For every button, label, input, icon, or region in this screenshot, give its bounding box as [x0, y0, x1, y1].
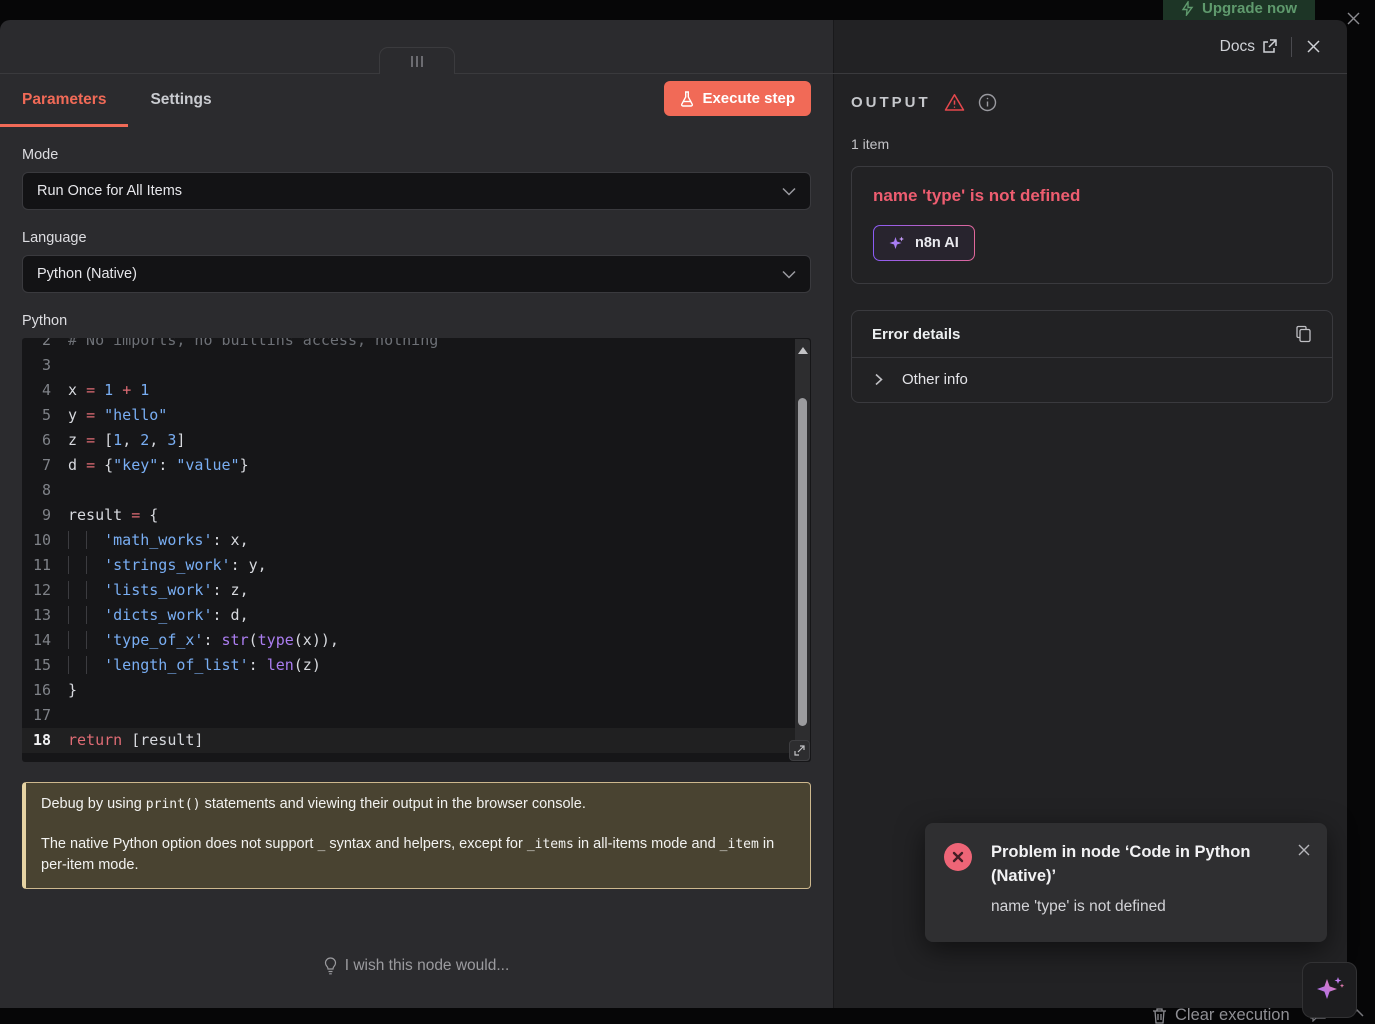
- other-info-toggle[interactable]: Other info: [852, 358, 1332, 402]
- items-count: 1 item: [851, 136, 1333, 152]
- debug-notice: Debug by using print() statements and vi…: [22, 782, 811, 889]
- docs-link[interactable]: Docs: [1220, 38, 1277, 56]
- lightning-icon: [1181, 1, 1194, 16]
- code-line-12[interactable]: 12 'lists_work': z,: [22, 578, 795, 603]
- header-divider: [1291, 37, 1292, 57]
- trash-icon: [1152, 1007, 1167, 1024]
- code-line-7[interactable]: 7d = {"key": "value"}: [22, 453, 795, 478]
- wish-label: I wish this node would...: [345, 957, 510, 975]
- code-line-6[interactable]: 6z = [1, 2, 3]: [22, 428, 795, 453]
- code-lines[interactable]: 2# No imports, no builtins access, nothi…: [22, 338, 795, 762]
- python-label: Python: [22, 313, 811, 329]
- error-message: name 'type' is not defined: [873, 186, 1311, 206]
- parameter-fields: Mode Run Once for All Items Language Pyt…: [0, 147, 833, 975]
- modal-close-button[interactable]: [1306, 39, 1321, 54]
- clear-execution-label: Clear execution: [1175, 1006, 1290, 1024]
- flask-icon: [680, 91, 694, 107]
- code-line-17[interactable]: 17: [22, 703, 795, 728]
- expand-icon: [794, 745, 805, 756]
- clear-execution-button[interactable]: Clear execution: [1152, 1006, 1290, 1024]
- chevron-down-icon: [782, 187, 796, 196]
- error-details-card: Error details Other info: [851, 310, 1333, 403]
- scrollbar-thumb[interactable]: [798, 398, 807, 726]
- copy-icon[interactable]: [1295, 325, 1312, 343]
- code-line-3[interactable]: 3: [22, 353, 795, 378]
- lightbulb-icon: [324, 957, 337, 975]
- ai-assistant-button[interactable]: [1302, 962, 1357, 1018]
- error-details-title: Error details: [872, 326, 960, 343]
- code-line-16[interactable]: 16}: [22, 678, 795, 703]
- mode-select[interactable]: Run Once for All Items: [22, 172, 811, 210]
- other-info-label: Other info: [902, 371, 968, 388]
- modal-header-actions: Docs: [1220, 20, 1347, 73]
- language-select[interactable]: Python (Native): [22, 255, 811, 293]
- notice-text: The native Python option does not suppor…: [41, 836, 318, 852]
- output-error-card: name 'type' is not defined n8n AI: [851, 166, 1333, 284]
- docs-label: Docs: [1220, 38, 1255, 56]
- notice-text: syntax and helpers, except for: [325, 836, 527, 852]
- code-line-18[interactable]: 18return [result]: [22, 728, 795, 753]
- code-line-11[interactable]: 11 'strings_work': y,: [22, 553, 795, 578]
- toast-title: Problem in node ‘Code in Python (Native)…: [991, 840, 1269, 888]
- error-circle-icon: [944, 843, 972, 871]
- notice-text: in all-items mode and: [574, 836, 720, 852]
- n8n-ai-label: n8n AI: [915, 235, 959, 251]
- notice-code: print(): [146, 797, 201, 812]
- editor-scrollbar[interactable]: [795, 339, 810, 761]
- language-label: Language: [22, 230, 811, 246]
- error-details-header: Error details: [852, 311, 1332, 357]
- toast-close-button[interactable]: [1297, 843, 1311, 857]
- language-value: Python (Native): [37, 266, 137, 282]
- code-line-15[interactable]: 15 'length_of_list': len(z): [22, 653, 795, 678]
- panel-drag-handle[interactable]: [379, 47, 455, 74]
- execute-step-button[interactable]: Execute step: [664, 81, 811, 116]
- code-line-14[interactable]: 14 'type_of_x': str(type(x)),: [22, 628, 795, 653]
- code-line-9[interactable]: 9result = {: [22, 503, 795, 528]
- tabs-row: Parameters Settings Execute step: [0, 73, 833, 127]
- tab-settings[interactable]: Settings: [128, 73, 233, 127]
- code-line-13[interactable]: 13 'dicts_work': d,: [22, 603, 795, 628]
- output-header: OUTPUT: [851, 93, 1333, 112]
- mode-value: Run Once for All Items: [37, 183, 182, 199]
- code-line-2[interactable]: 2# No imports, no builtins access, nothi…: [22, 338, 795, 353]
- editor-expand-button[interactable]: [789, 740, 810, 761]
- close-icon: [1306, 39, 1321, 54]
- n8n-ai-button[interactable]: n8n AI: [873, 225, 975, 261]
- tab-parameters-label: Parameters: [22, 91, 106, 109]
- sparkle-icon: [889, 235, 906, 252]
- parameters-panel: Parameters Settings Execute step Mode Ru…: [0, 73, 833, 1008]
- ai-sparkles-icon: [1313, 973, 1347, 1007]
- background-close-icon[interactable]: [1346, 11, 1361, 26]
- execute-step-label: Execute step: [702, 90, 795, 107]
- error-toast: Problem in node ‘Code in Python (Native)…: [925, 823, 1327, 942]
- scroll-up-arrow-icon[interactable]: [798, 347, 808, 354]
- upgrade-now-label: Upgrade now: [1202, 0, 1297, 17]
- code-line-5[interactable]: 5y = "hello": [22, 403, 795, 428]
- code-line-10[interactable]: 10 'math_works': x,: [22, 528, 795, 553]
- toast-message: name 'type' is not defined: [991, 898, 1309, 916]
- external-link-icon: [1262, 39, 1277, 54]
- info-icon[interactable]: [978, 93, 997, 112]
- notice-text: Debug by using: [41, 796, 146, 812]
- chevron-right-icon: [875, 373, 883, 386]
- node-feedback-link[interactable]: I wish this node would...: [22, 957, 811, 975]
- output-title: OUTPUT: [851, 94, 931, 111]
- tab-parameters[interactable]: Parameters: [0, 73, 128, 127]
- warning-icon: [944, 93, 965, 112]
- code-editor[interactable]: 2# No imports, no builtins access, nothi…: [22, 338, 811, 762]
- chevron-down-icon: [782, 270, 796, 279]
- notice-code: _items: [527, 837, 574, 852]
- notice-code: _item: [720, 837, 759, 852]
- mode-label: Mode: [22, 147, 811, 163]
- notice-text: statements and viewing their output in t…: [201, 796, 586, 812]
- close-icon: [1297, 843, 1311, 857]
- code-line-4[interactable]: 4x = 1 + 1: [22, 378, 795, 403]
- tab-settings-label: Settings: [150, 91, 211, 109]
- code-line-8[interactable]: 8: [22, 478, 795, 503]
